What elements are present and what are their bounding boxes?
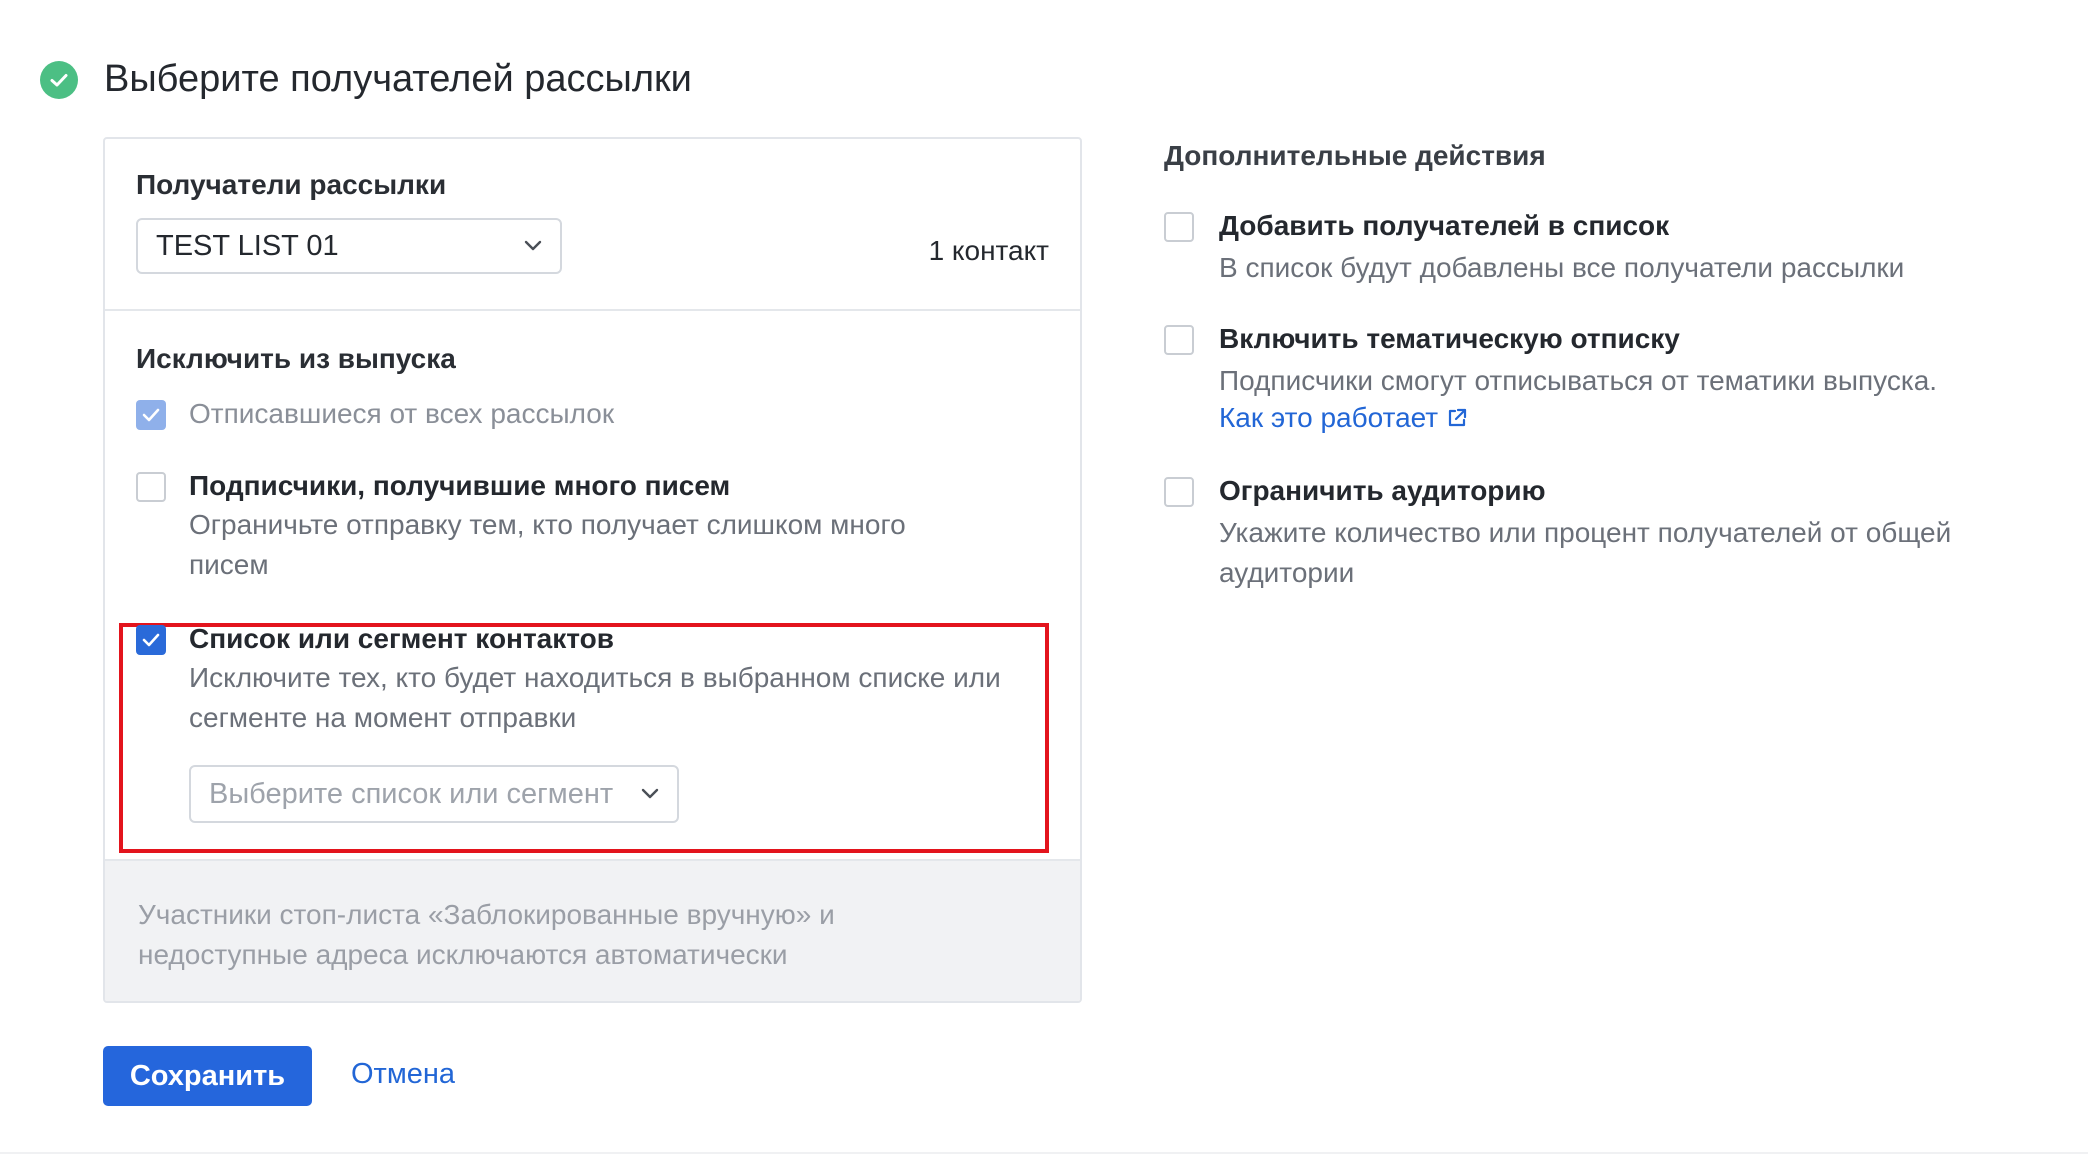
thematic-unsubscribe-label: Включить тематическую отписку — [1219, 323, 1680, 354]
check-circle-icon — [40, 60, 78, 99]
list-or-segment-option-desc: Исключите тех, кто будет находиться в вы… — [189, 662, 1001, 733]
unsubscribed-checkbox[interactable] — [136, 400, 166, 430]
how-it-works-link[interactable]: Как это работает — [1219, 402, 1468, 434]
auto-exclusion-note-text: Участники стоп-листа «Заблокированные вр… — [138, 899, 835, 970]
thematic-unsubscribe-desc: Подписчики смогут отписываться от темати… — [1219, 365, 1938, 396]
many-emails-option-label: Подписчики, получившие много писем — [189, 470, 731, 501]
page: Выберите получателей рассылки Получатели… — [0, 0, 2088, 1160]
recipients-list-select[interactable]: TEST LIST 01 — [136, 218, 562, 274]
many-emails-option-desc: Ограничьте отправку тем, кто получает сл… — [189, 509, 906, 580]
recipients-label: Получатели рассылки — [136, 169, 447, 200]
contact-count: 1 контакт — [928, 235, 1049, 266]
chevron-down-icon — [524, 240, 542, 252]
external-link-icon — [1446, 407, 1468, 429]
add-to-list-desc: В список будут добавлены все получатели … — [1219, 252, 1905, 283]
step-header: Выберите получателей рассылки — [40, 58, 692, 101]
list-or-segment-option-label: Список или сегмент контактов — [189, 623, 614, 654]
recipients-section: Получатели рассылки TEST LIST 01 1 конта… — [105, 139, 1080, 311]
add-to-list-checkbox[interactable] — [1164, 212, 1194, 242]
limit-audience-checkbox[interactable] — [1164, 477, 1194, 507]
list-or-segment-select[interactable]: Выберите список или сегмент — [189, 765, 679, 823]
additional-actions-title: Дополнительные действия — [1164, 140, 1546, 171]
exclude-label: Исключить из выпуска — [136, 343, 456, 374]
list-or-segment-checkbox[interactable] — [136, 625, 166, 655]
recipients-list-value: TEST LIST 01 — [156, 229, 339, 262]
cancel-button[interactable]: Отмена — [351, 1058, 455, 1091]
chevron-down-icon — [641, 788, 659, 800]
step-title: Выберите получателей рассылки — [104, 58, 692, 100]
limit-audience-desc: Укажите количество или процент получател… — [1219, 517, 1952, 588]
auto-exclusion-note: Участники стоп-листа «Заблокированные вр… — [105, 859, 1080, 1001]
how-it-works-link-text: Как это работает — [1219, 402, 1439, 433]
recipients-card: Получатели рассылки TEST LIST 01 1 конта… — [103, 137, 1082, 1003]
many-emails-checkbox[interactable] — [136, 472, 166, 502]
save-button[interactable]: Сохранить — [103, 1046, 312, 1106]
add-to-list-label: Добавить получателей в список — [1219, 210, 1670, 241]
bottom-divider — [0, 1152, 2088, 1154]
limit-audience-label: Ограничить аудиторию — [1219, 475, 1546, 506]
thematic-unsubscribe-checkbox[interactable] — [1164, 325, 1194, 355]
unsubscribed-option-label: Отписавшиеся от всех рассылок — [189, 398, 615, 429]
list-or-segment-placeholder: Выберите список или сегмент — [209, 777, 614, 810]
